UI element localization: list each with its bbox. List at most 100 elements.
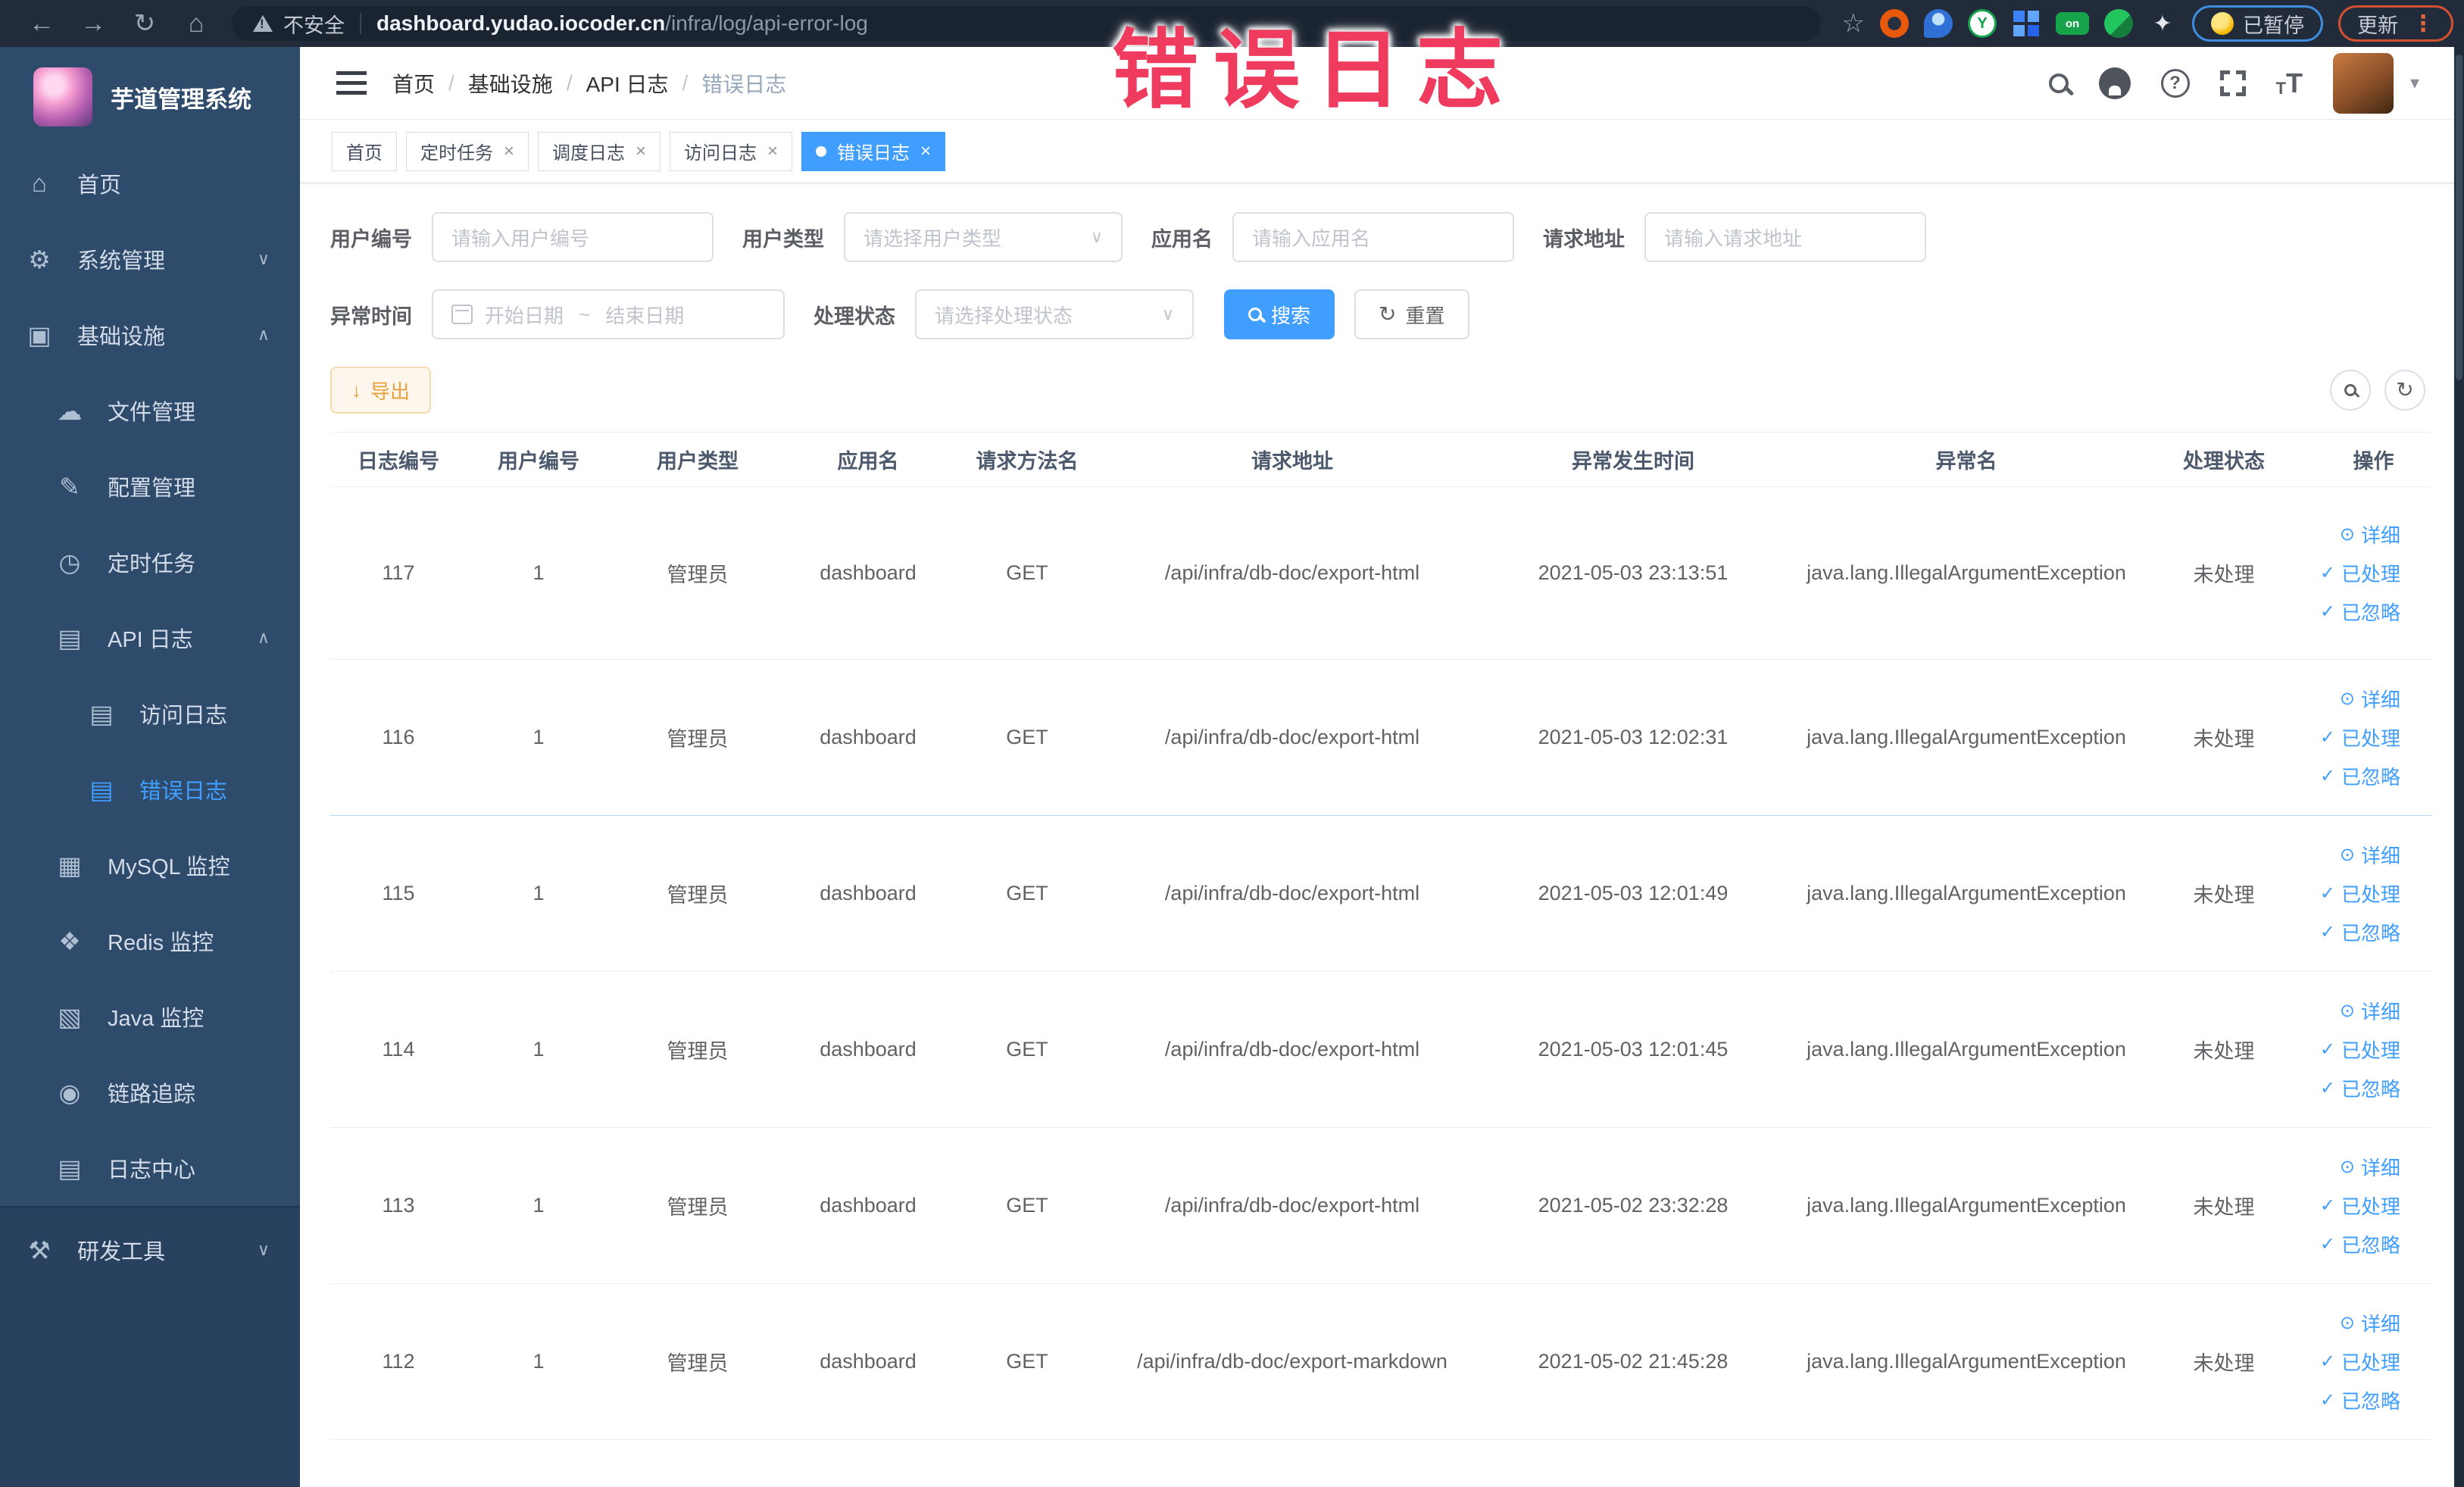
extension-switch-on-icon[interactable]: on (2056, 12, 2089, 35)
reset-button[interactable]: ↻ 重置 (1354, 289, 1469, 339)
exception-time-range-input[interactable]: 开始日期 ~ 结束日期 (432, 289, 785, 339)
sidebar-item-error-log[interactable]: ▤ 错误日志 (0, 751, 300, 827)
sidebar-item-file[interactable]: ☁ 文件管理 (0, 373, 300, 448)
ignored-link[interactable]: ✓ 已忽略 (2320, 918, 2400, 946)
cell-url: /api/infra/db-doc/export-markdown (1137, 1350, 1447, 1373)
refresh-table-button[interactable]: ↻ (2384, 370, 2425, 411)
sidebar-menu: ⌂ 首页 ⚙ 系统管理 ∨ ▣ 基础设施 ∧ ☁ 文件管理 ✎ 配置管理 ◷ 定… (0, 136, 300, 1206)
sidebar-item-access-log[interactable]: ▤ 访问日志 (0, 676, 300, 751)
handled-link[interactable]: ✓ 已处理 (2320, 879, 2400, 908)
avatar-caret-icon[interactable]: ▾ (2410, 72, 2419, 94)
toggle-search-button[interactable] (2330, 370, 2371, 411)
sidebar-item-infra[interactable]: ▣ 基础设施 ∧ (0, 297, 300, 373)
detail-link[interactable]: ⊙ 详细 (2340, 685, 2400, 713)
app-name-input[interactable]: 请输入应用名 (1232, 212, 1514, 262)
download-icon: ↓ (351, 378, 361, 401)
cell-exception: java.lang.IllegalArgumentException (1807, 726, 2126, 748)
extension-leaf-icon[interactable] (2104, 9, 2133, 38)
detail-link[interactable]: ⊙ 详细 (2340, 997, 2400, 1025)
sidebar-item-log-center[interactable]: ▤ 日志中心 (0, 1130, 300, 1206)
export-button[interactable]: ↓ 导出 (330, 367, 432, 414)
browser-menu-icon[interactable]: ⋮ (2412, 11, 2434, 37)
app-logo[interactable]: 芋道管理系统 (0, 47, 300, 136)
tab-job[interactable]: 定时任务 × (406, 131, 529, 171)
text-size-icon[interactable] (2276, 70, 2303, 97)
eye-icon: ⊙ (2339, 1157, 2355, 1177)
sidebar-item-dev-tools[interactable]: ⚒ 研发工具 ∨ (0, 1212, 300, 1288)
user-id-input[interactable]: 请输入用户编号 (432, 212, 714, 262)
user-id-label: 用户编号 (330, 227, 412, 251)
detail-link[interactable]: ⊙ 详细 (2340, 1153, 2400, 1181)
close-icon[interactable]: × (767, 142, 778, 161)
column-header-7: 异常名 (1935, 450, 1997, 473)
search-icon[interactable] (2048, 73, 2069, 93)
filter-exception-time: 异常时间 开始日期 ~ 结束日期 (330, 289, 785, 339)
extension-orange-icon[interactable] (1880, 9, 1909, 38)
filter-handle-status: 处理状态 请选择处理状态 ∨ (814, 289, 1194, 339)
tab-job-log[interactable]: 调度日志 × (538, 131, 661, 171)
sidebar-item-mysql[interactable]: ▦ MySQL 监控 (0, 827, 300, 903)
handled-link[interactable]: ✓ 已处理 (2320, 1348, 2400, 1376)
page-scrollbar[interactable] (2454, 47, 2464, 1487)
sidebar-item-home[interactable]: ⌂ 首页 (0, 145, 300, 221)
cloud-upload-icon: ☁ (57, 396, 83, 425)
close-icon[interactable]: × (504, 142, 514, 161)
ignored-link[interactable]: ✓ 已忽略 (2320, 762, 2400, 790)
request-url-input[interactable]: 请输入请求地址 (1644, 212, 1926, 262)
ignored-link[interactable]: ✓ 已忽略 (2320, 1386, 2400, 1414)
sidebar-item-trace[interactable]: ◉ 链路追踪 (0, 1054, 300, 1130)
cell-status: 未处理 (2193, 884, 2255, 907)
extension-drop-icon[interactable] (1924, 9, 1953, 38)
close-icon[interactable]: × (636, 142, 646, 161)
github-icon[interactable] (2098, 67, 2131, 99)
update-badge[interactable]: 更新 ⋮ (2338, 5, 2453, 42)
cell-method: GET (1006, 561, 1048, 584)
breadcrumb-item-2[interactable]: API 日志 (586, 68, 669, 98)
extension-green-icon[interactable]: Y (1968, 9, 1997, 38)
sidebar-item-system[interactable]: ⚙ 系统管理 ∨ (0, 221, 300, 297)
browser-reload-icon[interactable]: ↻ (123, 8, 167, 39)
eye-icon: ⊙ (2339, 524, 2355, 545)
column-header-5: 请求地址 (1251, 450, 1333, 473)
ignored-link[interactable]: ✓ 已忽略 (2320, 1074, 2400, 1102)
address-bar[interactable]: 不安全 dashboard.yudao.iocoder.cn /infra/lo… (232, 6, 1821, 41)
close-icon[interactable]: × (920, 142, 931, 161)
extensions-pin-icon[interactable]: ✦ (2148, 9, 2177, 38)
sidebar-item-api-log[interactable]: ▤ API 日志 ∧ (0, 600, 300, 676)
handle-status-select[interactable]: 请选择处理状态 ∨ (915, 289, 1194, 339)
detail-link[interactable]: ⊙ 详细 (2340, 1309, 2400, 1337)
browser-forward-icon[interactable]: → (71, 9, 115, 39)
handled-link[interactable]: ✓ 已处理 (2320, 1192, 2400, 1220)
handled-link[interactable]: ✓ 已处理 (2320, 559, 2400, 587)
tab-home[interactable]: 首页 (332, 131, 397, 171)
handled-link[interactable]: ✓ 已处理 (2320, 1036, 2400, 1064)
breadcrumb-item-0[interactable]: 首页 (392, 68, 435, 98)
user-type-select[interactable]: 请选择用户类型 ∨ (844, 212, 1123, 262)
sidebar-item-job[interactable]: ◷ 定时任务 (0, 524, 300, 600)
browser-back-icon[interactable]: ← (20, 9, 64, 39)
breadcrumb-item-1[interactable]: 基础设施 (468, 68, 553, 98)
tab-error-log[interactable]: 错误日志 × (801, 131, 946, 171)
fullscreen-icon[interactable] (2219, 70, 2246, 96)
cell-id: 116 (382, 726, 415, 748)
sidebar-item-java[interactable]: ▧ Java 监控 (0, 979, 300, 1054)
detail-link[interactable]: ⊙ 详细 (2340, 841, 2400, 869)
bookmark-star-icon[interactable]: ☆ (1842, 8, 1865, 39)
cell-exception: java.lang.IllegalArgumentException (1807, 561, 2126, 584)
ignored-link[interactable]: ✓ 已忽略 (2320, 598, 2400, 626)
table-row-113: 113 1 管理员 dashboard GET/api/infra/db-doc/exp… (330, 1128, 2431, 1284)
extension-grid-icon[interactable] (2012, 9, 2041, 38)
cell-app: dashboard (820, 1194, 917, 1217)
detail-link[interactable]: ⊙ 详细 (2340, 520, 2400, 548)
search-button[interactable]: 搜索 (1224, 289, 1335, 339)
ignored-link[interactable]: ✓ 已忽略 (2320, 1230, 2400, 1258)
handled-link[interactable]: ✓ 已处理 (2320, 723, 2400, 751)
browser-home-icon[interactable]: ⌂ (174, 9, 218, 39)
sidebar-item-redis[interactable]: ❖ Redis 监控 (0, 903, 300, 979)
paused-badge[interactable]: 已暂停 (2192, 5, 2323, 42)
hamburger-icon[interactable] (336, 70, 367, 95)
avatar[interactable] (2332, 52, 2394, 114)
tab-access-log[interactable]: 访问日志 × (670, 131, 793, 171)
sidebar-item-config[interactable]: ✎ 配置管理 (0, 448, 300, 524)
help-icon[interactable] (2160, 68, 2190, 98)
